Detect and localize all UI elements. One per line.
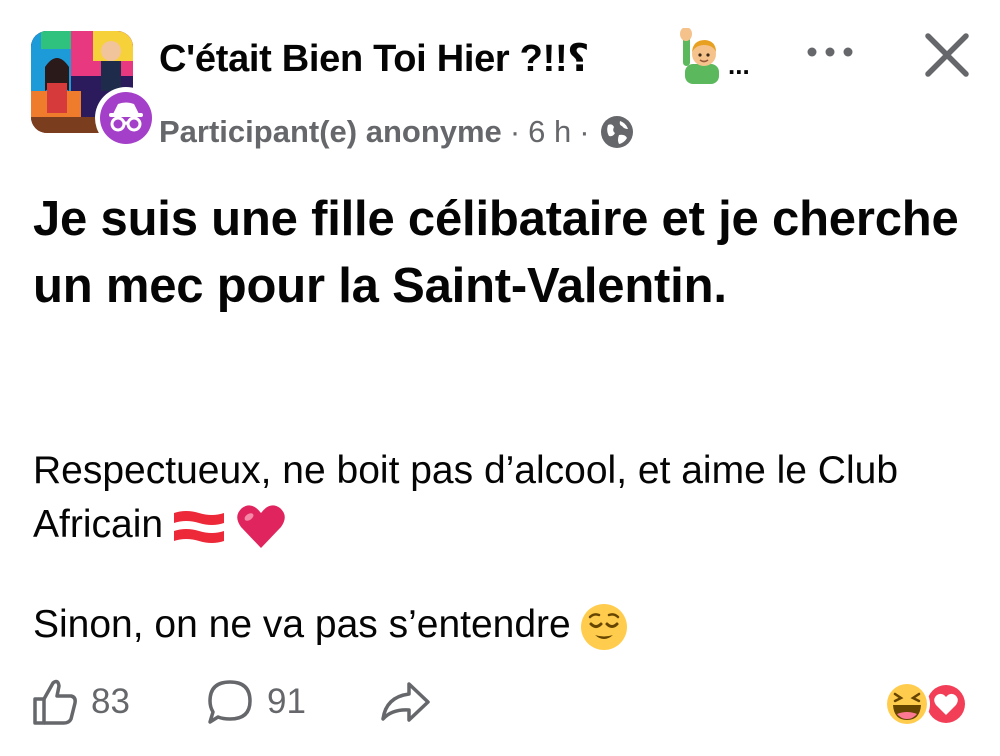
laughing-face-emoji xyxy=(884,681,930,727)
thumbs-up-icon xyxy=(33,679,77,725)
meta-separator: · xyxy=(579,114,590,149)
post-headline: Je suis une fille célibataire et je cher… xyxy=(33,192,959,313)
more-dots-icon xyxy=(807,47,853,57)
title-truncation: ... xyxy=(728,50,750,80)
meta-separator: · xyxy=(509,114,521,149)
comment-button[interactable]: 91 xyxy=(205,672,306,732)
anonymous-badge xyxy=(95,87,157,149)
post-paragraph-1: Respectueux, ne boit pas d’alcool, et ai… xyxy=(33,444,983,552)
group-avatar-container[interactable] xyxy=(31,31,157,149)
red-white-flag-emoji xyxy=(174,510,225,543)
globe-icon[interactable] xyxy=(600,115,634,149)
relieved-face-emoji xyxy=(580,603,627,650)
like-button[interactable]: 83 xyxy=(31,672,130,732)
share-button[interactable] xyxy=(378,672,432,732)
author-name[interactable]: Participant(e) anonyme xyxy=(159,114,502,150)
group-title[interactable]: C'était Bien Toi Hier ?!!؟ xyxy=(159,36,590,81)
post-meta: Participant(e) anonyme · 6 h · xyxy=(159,114,634,150)
reactions-summary[interactable] xyxy=(882,676,974,732)
share-arrow-icon xyxy=(381,682,430,722)
love-heart-reaction-icon xyxy=(924,682,968,726)
incognito-icon xyxy=(109,102,143,132)
comments-count: 91 xyxy=(267,682,306,721)
close-icon xyxy=(925,33,969,77)
more-options-button[interactable] xyxy=(798,32,862,72)
close-button[interactable] xyxy=(920,28,974,82)
paragraph-1-text: Respectueux, ne boit pas d’alcool, et ai… xyxy=(33,449,899,546)
post-card: C'était Bien Toi Hier ?!!؟ ... Participa… xyxy=(0,0,1000,756)
likes-count: 83 xyxy=(91,682,130,721)
post-actions-bar: 83 91 xyxy=(0,672,1000,742)
comment-bubble-icon xyxy=(208,680,252,724)
man-raising-hand-emoji xyxy=(680,28,719,84)
post-time[interactable]: 6 h xyxy=(528,114,571,150)
post-paragraph-2: Sinon, on ne va pas s’entendre xyxy=(33,598,983,652)
red-heart-emoji xyxy=(237,505,285,548)
paragraph-2-text: Sinon, on ne va pas s’entendre xyxy=(33,603,571,646)
